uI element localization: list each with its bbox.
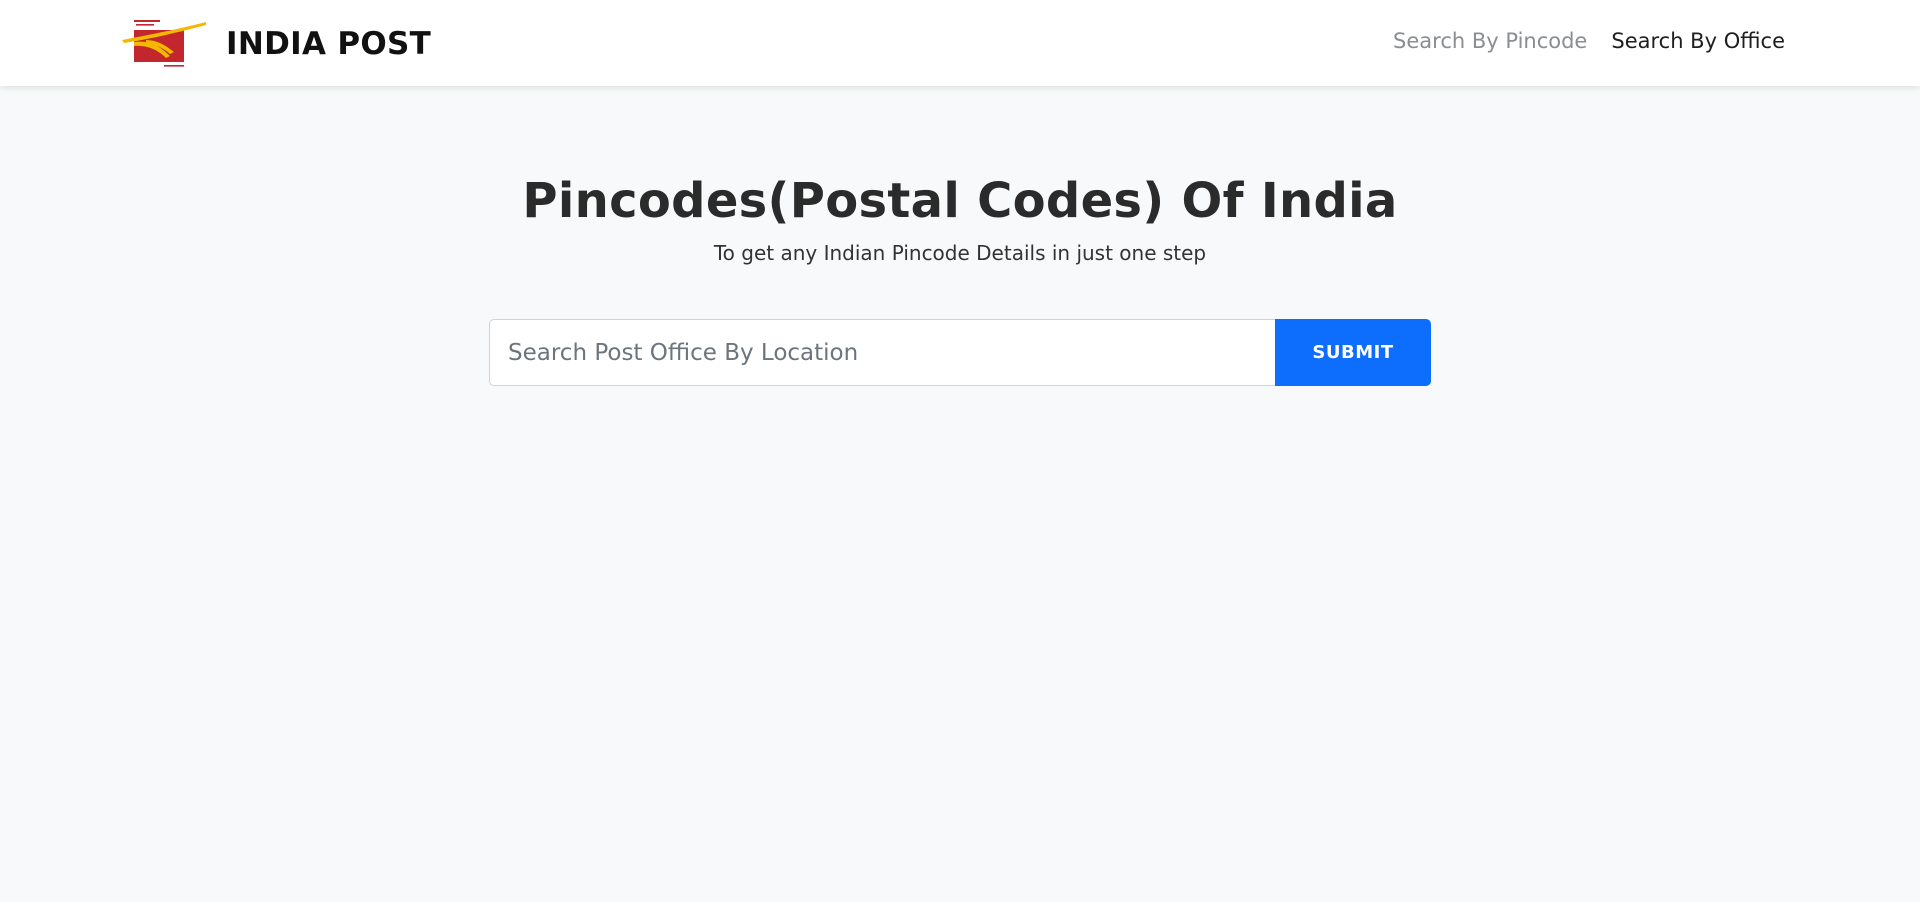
nav-links: Search By Pincode Search By Office <box>1393 29 1785 53</box>
nav-link-search-by-pincode[interactable]: Search By Pincode <box>1393 29 1587 53</box>
page-title: Pincodes(Postal Codes) Of India <box>522 173 1398 229</box>
brand-link[interactable]: INDIA POST <box>122 18 431 70</box>
nav-link-search-by-office[interactable]: Search By Office <box>1611 29 1785 53</box>
search-input[interactable] <box>489 319 1275 386</box>
india-post-logo-icon <box>122 20 206 67</box>
navbar: INDIA POST Search By Pincode Search By O… <box>0 0 1920 86</box>
hero-section: Pincodes(Postal Codes) Of India To get a… <box>0 170 1920 265</box>
page-subtitle: To get any Indian Pincode Details in jus… <box>713 241 1207 265</box>
search-form: SUBMIT <box>489 319 1431 386</box>
brand-name: INDIA POST <box>226 26 432 62</box>
submit-button[interactable]: SUBMIT <box>1275 319 1431 386</box>
